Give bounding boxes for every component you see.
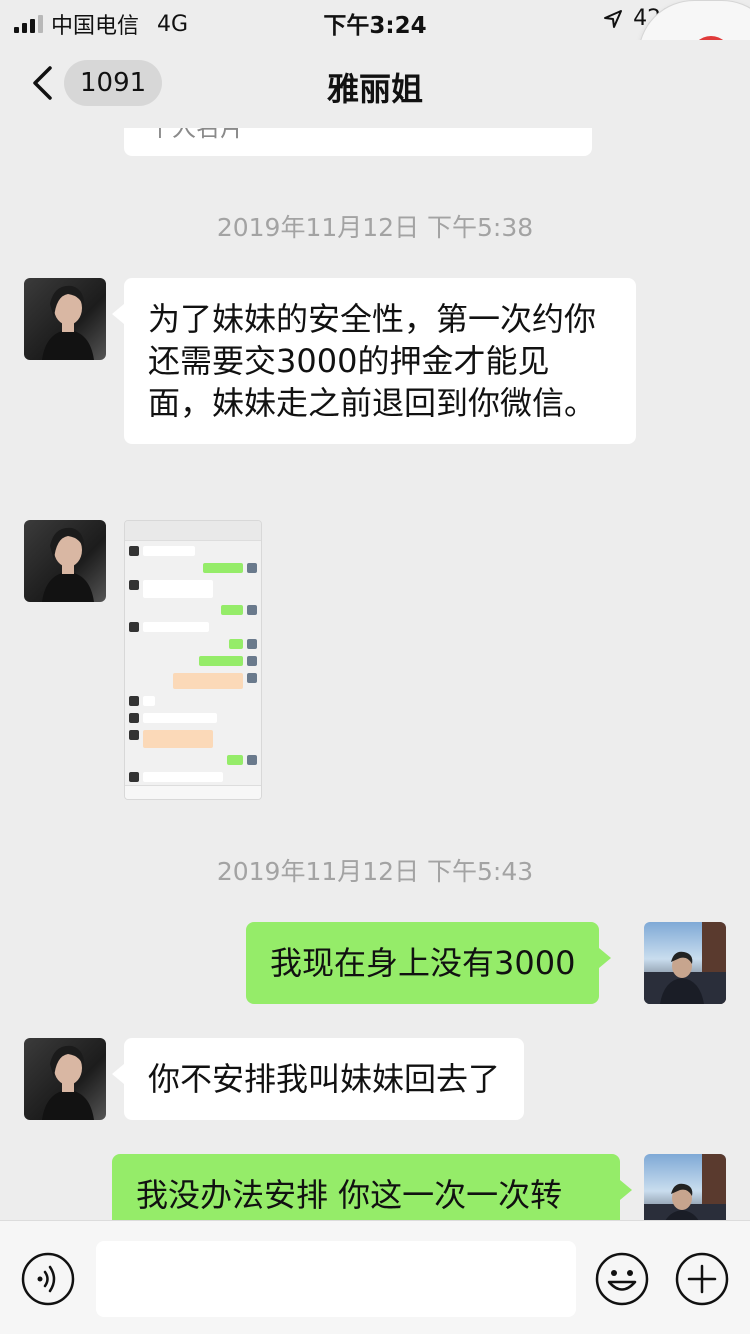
status-bar: 中国电信 4G 下午3:24 42% (0, 0, 750, 40)
input-bar (0, 1220, 750, 1334)
message-text: 我没办法安排 你这一次一次转 (136, 1176, 563, 1214)
chat-area[interactable]: 个人名片 2019年11月12日 下午5:38 为了妹妹的安全性，第一次约你还需… (0, 128, 750, 1220)
message-text: 我现在身上没有3000 (270, 944, 576, 982)
contact-card-label: 个人名片 (148, 128, 244, 142)
image-message[interactable] (124, 520, 262, 800)
message-text: 为了妹妹的安全性，第一次约你还需要交3000的押金才能见面，妹妹走之前退回到你微… (148, 300, 597, 422)
contact-avatar[interactable] (24, 1038, 106, 1120)
nav-bar: 1091 雅丽姐 (0, 40, 750, 128)
emoji-button[interactable] (594, 1251, 650, 1307)
message-bubble[interactable]: 我没办法安排 你这一次一次转 (112, 1154, 632, 1220)
timestamp: 2019年11月12日 下午5:43 (216, 857, 534, 886)
voice-button[interactable] (20, 1251, 76, 1307)
message-input[interactable] (96, 1241, 576, 1317)
emoji-icon (595, 1252, 649, 1306)
plus-icon (675, 1252, 729, 1306)
contact-card-message[interactable]: 个人名片 (124, 128, 592, 156)
contact-avatar[interactable] (24, 520, 106, 602)
my-avatar[interactable] (644, 1154, 726, 1220)
message-bubble[interactable]: 我现在身上没有3000 (246, 922, 612, 1004)
timestamp: 2019年11月12日 下午5:38 (216, 213, 534, 242)
message-bubble[interactable]: 你不安排我叫妹妹回去了 (111, 1038, 525, 1120)
contact-avatar[interactable] (24, 278, 106, 360)
message-text: 你不安排我叫妹妹回去了 (148, 1060, 501, 1098)
location-arrow-icon (604, 9, 623, 28)
my-avatar[interactable] (644, 922, 726, 1004)
more-button[interactable] (674, 1251, 730, 1307)
message-bubble[interactable]: 为了妹妹的安全性，第一次约你还需要交3000的押金才能见面，妹妹走之前退回到你微… (112, 278, 636, 444)
voice-icon (21, 1252, 75, 1306)
chat-title: 雅丽姐 (326, 70, 423, 108)
